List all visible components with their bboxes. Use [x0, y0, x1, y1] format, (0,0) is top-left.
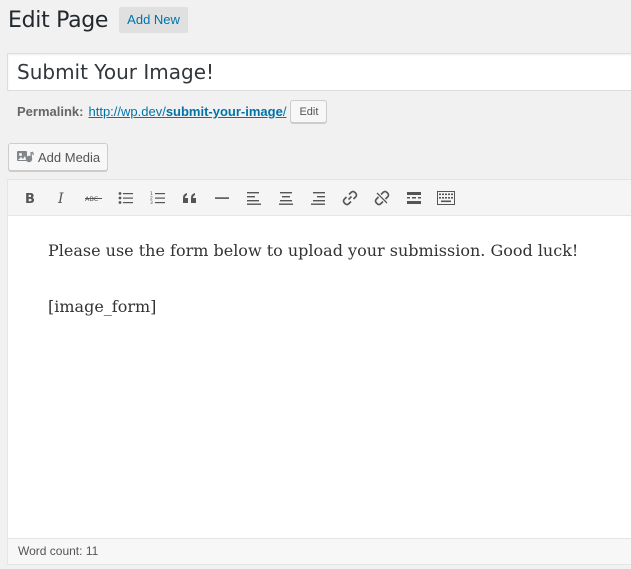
remove-link-button[interactable]: [366, 183, 398, 213]
kitchen-sink-icon: [437, 190, 455, 205]
add-new-button[interactable]: Add New: [119, 7, 188, 33]
unlink-icon: [374, 190, 390, 205]
page-header: Edit Page Add New: [8, 7, 188, 33]
edit-slug-button[interactable]: Edit: [290, 100, 328, 123]
svg-text:B: B: [25, 192, 35, 205]
horizontal-line-button[interactable]: [206, 183, 238, 213]
permalink-row: Permalink: http://wp.dev/submit-your-ima…: [17, 100, 328, 123]
bold-button[interactable]: B: [14, 183, 46, 213]
read-more-icon: [407, 191, 421, 204]
italic-button[interactable]: I: [46, 183, 78, 213]
bullet-list-button[interactable]: [110, 183, 142, 213]
post-title-input[interactable]: [7, 53, 631, 91]
permalink-slug: submit-your-image: [165, 104, 283, 119]
svg-text:3: 3: [150, 200, 153, 205]
add-media-icon: [16, 149, 34, 165]
numbered-list-button[interactable]: 123: [142, 183, 174, 213]
permalink-url-suffix: /: [282, 104, 287, 119]
read-more-button[interactable]: [398, 183, 430, 213]
bold-icon: B: [25, 192, 35, 205]
permalink-url-prefix: http://wp.dev/: [88, 104, 166, 119]
numbered-list-icon: 123: [150, 191, 165, 205]
editor-statusbar: Word count: 11: [8, 538, 631, 564]
align-center-button[interactable]: [270, 183, 302, 213]
horizontal-line-icon: [215, 196, 229, 199]
bullet-list-icon: [118, 191, 133, 204]
editor-content[interactable]: Please use the form below to upload your…: [8, 216, 631, 538]
align-right-icon: [311, 191, 325, 205]
editor-toolbar: B I ABC 123: [8, 180, 631, 216]
content-paragraph: Please use the form below to upload your…: [48, 241, 579, 260]
svg-text:I: I: [57, 191, 64, 205]
align-left-button[interactable]: [238, 183, 270, 213]
blockquote-button[interactable]: [174, 183, 206, 213]
insert-link-button[interactable]: [334, 183, 366, 213]
italic-icon: I: [57, 191, 64, 205]
page-title: Edit Page: [8, 7, 109, 33]
link-icon: [342, 190, 358, 205]
add-media-button[interactable]: Add Media: [8, 143, 109, 171]
align-right-button[interactable]: [302, 183, 334, 213]
align-left-icon: [247, 191, 261, 205]
shortcode-paragraph: [image_form]: [48, 297, 157, 316]
toolbar-toggle-button[interactable]: [430, 183, 462, 213]
word-count-value: 11: [85, 544, 99, 558]
align-center-icon: [279, 191, 293, 205]
strikethrough-icon: ABC: [85, 195, 102, 203]
content-editor: B I ABC 123: [7, 179, 631, 565]
blockquote-icon: [183, 192, 196, 203]
permalink-label: Permalink:: [17, 104, 84, 119]
word-count-label: Word count:: [18, 544, 83, 558]
strikethrough-button[interactable]: ABC: [78, 183, 110, 213]
permalink-link[interactable]: http://wp.dev/submit-your-image/: [88, 104, 286, 119]
add-media-label: Add Media: [38, 149, 101, 165]
